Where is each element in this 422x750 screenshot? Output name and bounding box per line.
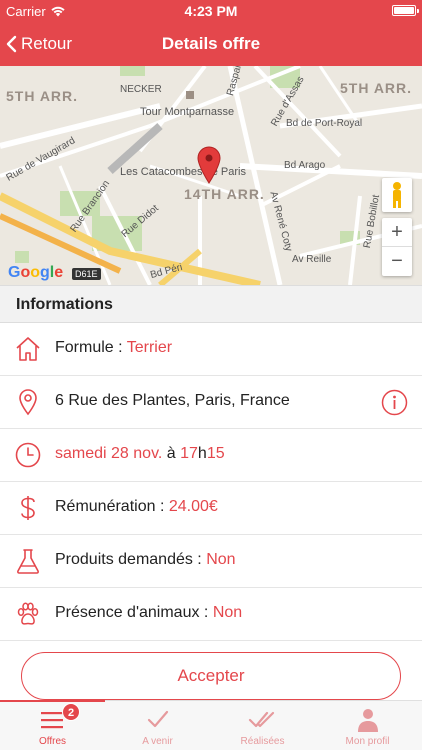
remuneration-text: Rémunération : 24.00€: [55, 498, 218, 516]
map-label-arago: Bd Arago: [284, 160, 326, 171]
tab-realisees[interactable]: Réalisées: [210, 701, 315, 750]
zoom-out-button[interactable]: −: [382, 247, 412, 276]
nav-bar: Retour Details offre: [0, 22, 422, 66]
minute-value: 15: [206, 445, 225, 462]
map-label-arr5-right: 5TH ARR.: [340, 80, 413, 96]
row-date: samedi 28 nov. à 17h15: [0, 429, 422, 482]
accept-button[interactable]: Accepter: [21, 652, 401, 700]
row-address: 6 Rue des Plantes, Paris, France: [0, 376, 422, 429]
route-shield-d61e: D61E: [72, 268, 101, 280]
back-button[interactable]: Retour: [6, 22, 72, 66]
zoom-in-button[interactable]: +: [382, 218, 412, 247]
chevron-left-icon: [6, 35, 17, 53]
formule-value: Terrier: [126, 339, 173, 356]
clock-icon: [15, 442, 41, 468]
formule-text: Formule : Terrier: [55, 339, 172, 357]
map-label-reille: Av Reille: [292, 254, 332, 265]
pegman-button[interactable]: [382, 178, 412, 212]
tab-a-venir[interactable]: A venir: [105, 701, 210, 750]
map-label-montparnasse: Tour Montparnasse: [140, 106, 235, 118]
check-icon: [147, 710, 169, 728]
animaux-text: Présence d'animaux : Non: [55, 604, 242, 622]
flask-icon: [17, 549, 39, 574]
formule-label: Formule :: [55, 339, 127, 356]
tab-label-realisees: Réalisées: [240, 736, 285, 747]
produits-text: Produits demandés : Non: [55, 551, 236, 569]
tab-label-offres: Offres: [38, 736, 67, 747]
section-header: Informations: [0, 285, 422, 323]
status-time: 4:23 PM: [184, 3, 238, 19]
house-icon: [16, 337, 40, 361]
map-pin-icon[interactable]: [197, 146, 221, 184]
person-icon: [358, 709, 378, 732]
offres-badge: 2: [62, 703, 80, 721]
address-text: 6 Rue des Plantes, Paris, France: [55, 392, 290, 409]
battery-group: [392, 5, 419, 16]
date-separator: à: [162, 445, 181, 462]
animaux-value: Non: [212, 604, 243, 621]
map-label-port-royal: Bd de Port-Royal: [286, 118, 363, 129]
row-formule: Formule : Terrier: [0, 323, 422, 376]
remuneration-value: 24.00€: [168, 498, 218, 515]
date-text: samedi 28 nov. à 17h15: [55, 445, 225, 463]
tab-label-a-venir: A venir: [142, 736, 173, 747]
google-logo: Google: [8, 264, 64, 281]
tab-mon-profil[interactable]: Mon profil: [315, 701, 420, 750]
battery-icon: [392, 5, 419, 16]
map-label-necker: NECKER: [120, 84, 162, 95]
battery-fill: [394, 7, 414, 14]
row-produits: Produits demandés : Non: [0, 535, 422, 588]
animaux-label: Présence d'animaux :: [55, 604, 213, 621]
map-label-catacombes: Les Catacombes de Paris: [120, 166, 246, 178]
dollar-icon: [21, 496, 35, 520]
map-view[interactable]: 5TH ARR. 5TH ARR. 14TH ARR. NECKER Tour …: [0, 66, 422, 285]
paw-icon: [17, 602, 39, 625]
double-check-icon: [248, 711, 275, 728]
back-label: Retour: [21, 34, 73, 53]
row-animaux: Présence d'animaux : Non: [0, 588, 422, 641]
info-icon[interactable]: [381, 389, 408, 416]
pegman-icon: [393, 182, 401, 208]
zoom-control: + −: [382, 218, 412, 276]
section-title: Informations: [16, 296, 113, 313]
map-label-arr5-left: 5TH ARR.: [6, 88, 79, 104]
location-pin-icon: [19, 389, 37, 416]
hour-separator: h: [197, 445, 207, 462]
row-remuneration: Rémunération : 24.00€: [0, 482, 422, 535]
produits-label: Produits demandés :: [55, 551, 207, 568]
tab-label-mon-profil: Mon profil: [345, 736, 390, 747]
tab-bar: 2 Offres A venir Réalisées Mon profil: [0, 700, 422, 750]
produits-value: Non: [206, 551, 236, 568]
date-value: samedi 28 nov.: [55, 445, 163, 462]
remuneration-label: Rémunération :: [55, 498, 169, 515]
status-bar: Carrier 4:23 PM: [0, 0, 422, 22]
tab-offres[interactable]: 2 Offres: [0, 700, 105, 750]
map-label-arr14: 14TH ARR.: [184, 186, 265, 202]
hour-value: 17: [180, 445, 198, 462]
